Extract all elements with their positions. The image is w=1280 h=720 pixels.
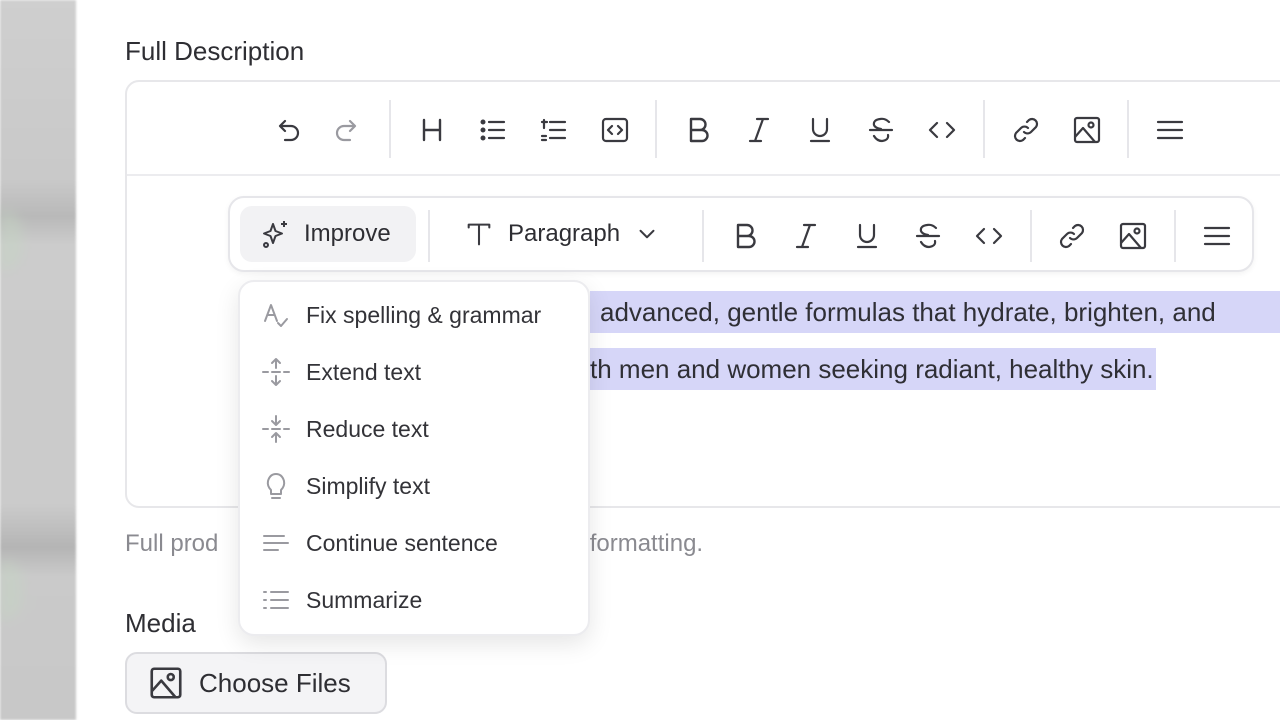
menu-item-fix-spelling[interactable]: Fix spelling & grammar	[260, 290, 580, 340]
menu-item-reduce-text[interactable]: Reduce text	[260, 404, 580, 454]
bubble-separator	[428, 210, 430, 262]
improve-menu: Fix spelling & grammar Extend text Reduc…	[238, 280, 590, 636]
menu-item-label: Reduce text	[306, 415, 429, 442]
image-icon[interactable]	[1113, 216, 1153, 256]
menu-item-simplify-text[interactable]: Simplify text	[260, 461, 580, 511]
undo-icon[interactable]	[267, 110, 307, 150]
reduce-icon	[262, 415, 290, 443]
bullet-list-icon[interactable]	[473, 110, 513, 150]
code-icon[interactable]	[969, 216, 1009, 256]
link-icon[interactable]	[1006, 110, 1046, 150]
align-icon[interactable]	[1197, 216, 1237, 256]
chevron-down-icon	[639, 229, 655, 239]
bubble-separator	[702, 210, 704, 262]
menu-item-summarize[interactable]: Summarize	[260, 575, 580, 625]
italic-icon[interactable]	[786, 216, 826, 256]
improve-button[interactable]: Improve	[240, 206, 416, 262]
bubble-separator	[1030, 210, 1032, 262]
selected-text-line[interactable]: th men and women seeking radiant, health…	[590, 348, 1156, 390]
toolbar-separator	[655, 100, 657, 158]
toolbar-separator	[1127, 100, 1129, 158]
menu-item-label: Summarize	[306, 586, 423, 613]
extend-icon	[262, 358, 290, 386]
image-icon[interactable]	[1067, 110, 1107, 150]
menu-item-label: Simplify text	[306, 472, 430, 499]
full-description-label: Full Description	[125, 36, 305, 66]
link-icon[interactable]	[1052, 216, 1092, 256]
image-icon	[150, 667, 182, 699]
code-icon[interactable]	[922, 110, 962, 150]
toolbar-separator	[389, 100, 391, 158]
strikethrough-icon[interactable]	[861, 110, 901, 150]
helper-text-left: Full prod	[125, 530, 219, 557]
bold-icon[interactable]	[725, 216, 765, 256]
lightbulb-icon	[266, 473, 286, 499]
selected-text-line[interactable]: advanced, gentle formulas that hydrate, …	[590, 291, 1280, 333]
choose-files-label: Choose Files	[199, 667, 351, 698]
underline-icon[interactable]	[847, 216, 887, 256]
menu-item-extend-text[interactable]: Extend text	[260, 347, 580, 397]
continue-lines-icon	[263, 535, 289, 551]
improve-label: Improve	[304, 220, 391, 247]
align-icon[interactable]	[1150, 110, 1190, 150]
heading-icon[interactable]	[412, 110, 452, 150]
choose-files-button[interactable]: Choose Files	[125, 652, 387, 714]
paragraph-dropdown[interactable]: Paragraph	[464, 208, 660, 260]
menu-item-label: Fix spelling & grammar	[306, 301, 542, 328]
sparkles-icon	[263, 221, 287, 248]
media-label: Media	[125, 608, 196, 638]
menu-item-label: Extend text	[306, 358, 422, 385]
list-icon	[263, 591, 289, 609]
bubble-toolbar: Improve Paragraph	[228, 196, 1254, 272]
redo-icon[interactable]	[328, 110, 368, 150]
underline-icon[interactable]	[800, 110, 840, 150]
background-sidebar	[0, 0, 76, 720]
ordered-list-icon[interactable]	[534, 110, 574, 150]
menu-item-continue-sentence[interactable]: Continue sentence	[260, 518, 580, 568]
spellcheck-icon	[264, 304, 288, 327]
editor-toolbar	[127, 82, 1280, 176]
text-type-icon	[467, 223, 491, 246]
blurred-indicator	[0, 560, 22, 620]
blurred-indicator	[0, 210, 22, 270]
bubble-separator	[1174, 210, 1176, 262]
strikethrough-icon[interactable]	[908, 216, 948, 256]
italic-icon[interactable]	[739, 110, 779, 150]
menu-item-label: Continue sentence	[306, 529, 498, 556]
toolbar-separator	[983, 100, 985, 158]
code-block-icon[interactable]	[595, 110, 635, 150]
paragraph-label: Paragraph	[508, 220, 621, 247]
bold-icon[interactable]	[678, 110, 718, 150]
